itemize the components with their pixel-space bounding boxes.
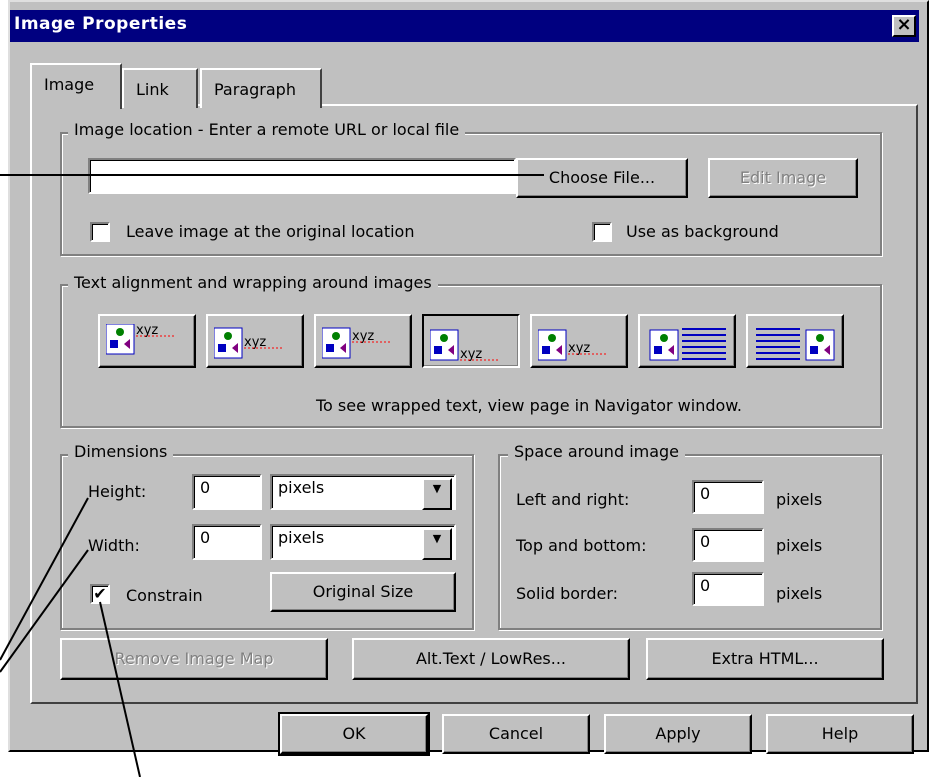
tab-image-label: Image (44, 75, 95, 94)
tab-image[interactable]: Image (30, 63, 122, 109)
callout-line-constrain (99, 601, 141, 777)
callout-line-height (0, 497, 89, 661)
callout-line-width (0, 549, 89, 673)
callout-lines (0, 174, 544, 777)
